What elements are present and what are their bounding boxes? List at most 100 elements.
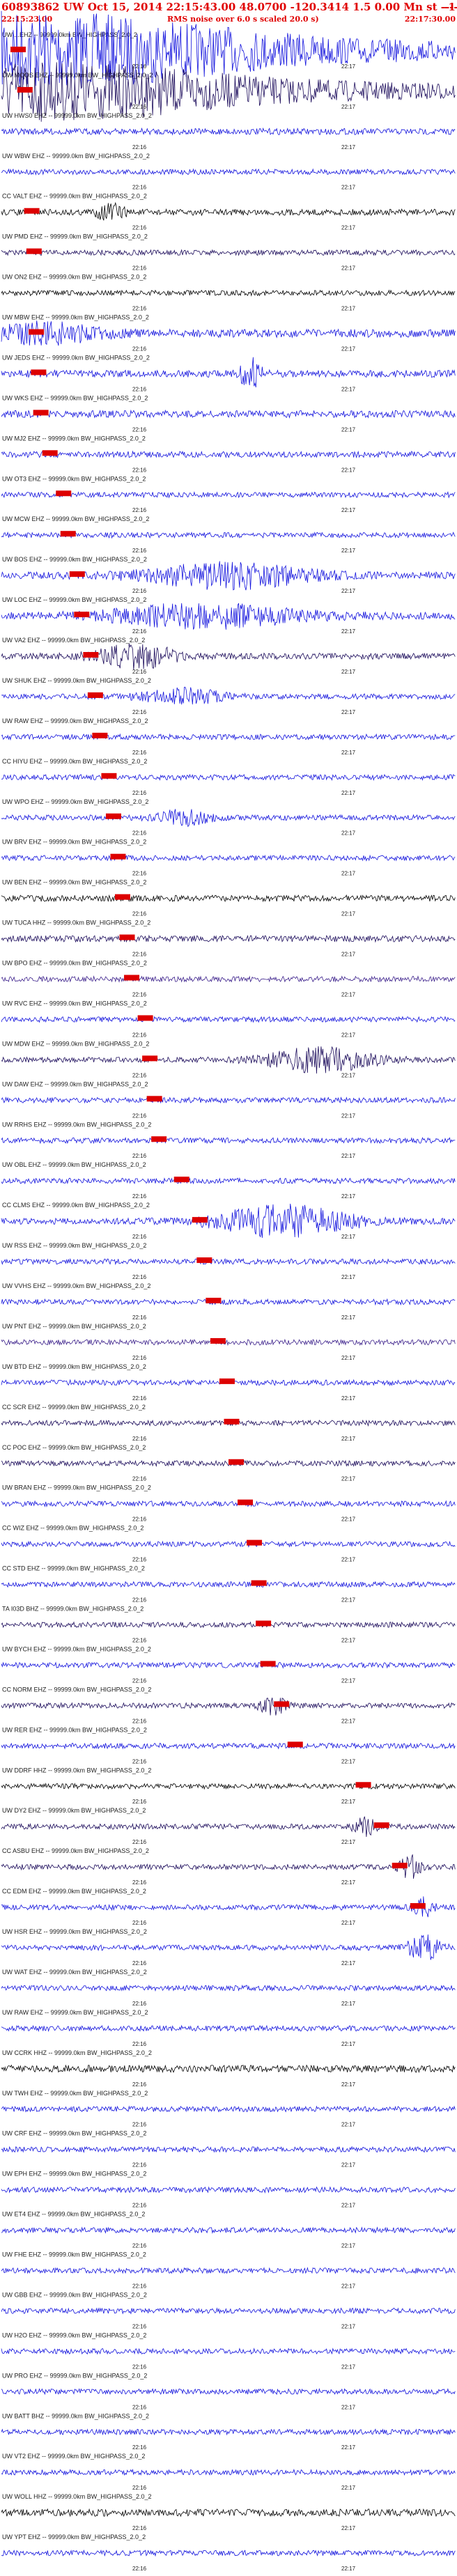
- trace-label: UW BRV EHZ -- 99999.0km BW_HIGHPASS_2.0_…: [2, 839, 146, 846]
- waveform: [1, 854, 456, 862]
- waveform: [1, 289, 456, 297]
- trace-label: UW H2O EHZ -- 99999.0km BW_HIGHPASS_2.0_…: [2, 2331, 146, 2338]
- time-tick-label: 22:17: [341, 1395, 356, 1402]
- time-tick-label: 22:16: [132, 1436, 147, 1442]
- trace-label: UW CRF EHZ -- 99999.0km BW_HIGHPASS_2.0_…: [2, 2130, 146, 2137]
- time-tick-label: 22:16: [132, 2485, 147, 2491]
- time-tick-label: 22:16: [132, 1193, 147, 1200]
- pick-marker: [142, 1055, 158, 1062]
- trace-label: UW WPO EHZ -- 99999.0km BW_HIGHPASS_2.0_…: [2, 798, 148, 805]
- time-tick-label: 22:16: [132, 790, 147, 796]
- pick-marker: [24, 208, 40, 214]
- trace: UW RVC EHZ -- 99999.0km BW_HIGHPASS_2.0_…: [1, 1000, 456, 1038]
- time-tick-label: 22:17: [341, 1557, 356, 1563]
- waveform: [1, 1896, 456, 1918]
- time-tick-label: 22:17: [341, 1839, 356, 1845]
- pick-marker: [373, 1822, 389, 1829]
- time-tick-label: 22:16: [132, 669, 147, 675]
- waveform: [1, 1500, 456, 1508]
- time-tick-label: 22:16: [132, 1395, 147, 1402]
- pick-marker: [87, 692, 103, 698]
- waveform: [1, 168, 456, 176]
- trace-label: UW ET4 EHZ -- 99999.0km BW_HIGHPASS_2.0_…: [2, 2211, 145, 2218]
- trace: UW VVHS EHZ -- 99999.0km BW_HIGHPASS_2.0…: [1, 1282, 456, 1321]
- time-tick-label: 22:17: [341, 1032, 356, 1038]
- trace-label: CC WIZ EHZ -- 99999.0km BW_HIGHPASS_2.0_…: [2, 1525, 144, 1532]
- time-tick-label: 22:17: [341, 2364, 356, 2370]
- trace: UW TUCA HHZ -- 99999.0km BW_HIGHPASS_2.0…: [1, 920, 456, 958]
- time-tick-label: 22:17: [341, 2081, 356, 2088]
- time-tick-label: 22:17: [341, 2122, 356, 2128]
- time-tick-label: 22:17: [341, 63, 356, 70]
- waveform: [1, 1698, 456, 1716]
- waveform: [1, 894, 456, 903]
- waveform: [1, 2105, 456, 2113]
- time-tick-label: 22:16: [132, 2041, 147, 2047]
- waveform: [1, 2348, 456, 2355]
- time-tick-label: 22:17: [341, 1597, 356, 1604]
- trace: UW DY2 EHZ -- 99999.0km BW_HIGHPASS_2.0_…: [1, 1807, 456, 1845]
- time-tick-label: 22:17: [341, 830, 356, 837]
- pick-marker: [101, 773, 117, 779]
- trace: UW PNT EHZ -- 99999.0km BW_HIGHPASS_2.0_…: [1, 1323, 456, 1361]
- trace: CC VALT EHZ -- 99999.0km BW_HIGHPASS_2.0…: [1, 193, 456, 231]
- waveform: [1, 320, 456, 346]
- time-tick-label: 22:17: [341, 2404, 356, 2410]
- pick-marker: [92, 732, 108, 738]
- time-tick-label: 22:16: [132, 265, 147, 272]
- trace: UW OBL EHZ -- 99999.0km BW_HIGHPASS_2.0_…: [1, 1161, 456, 1200]
- time-tick-label: 22:17: [341, 386, 356, 392]
- time-tick-label: 22:17: [341, 2444, 356, 2451]
- time-tick-label: 22:17: [341, 548, 356, 554]
- trace: UW RRHS EHZ -- 99999.0km BW_HIGHPASS_2.0…: [1, 1121, 456, 1159]
- time-tick-label: 22:16: [132, 628, 147, 635]
- trace: UW BTD EHZ -- 99999.0km BW_HIGHPASS_2.0_…: [1, 1363, 456, 1402]
- time-tick-label: 22:17: [341, 1879, 356, 1886]
- time-tick-label: 22:17: [341, 628, 356, 635]
- waveform: [1, 643, 456, 670]
- time-tick-label: 22:17: [341, 1072, 356, 1078]
- time-tick-label: 22:16: [132, 1799, 147, 1805]
- time-tick-label: 22:17: [341, 2203, 356, 2209]
- time-tick-label: 22:17: [341, 225, 356, 231]
- trace-label: UW EPH EHZ -- 99999.0km BW_HIGHPASS_2.0_…: [2, 2171, 146, 2178]
- trace: UW HWS0 EHZ -- 99999.0km BW_HIGHPASS_2.0…: [1, 112, 456, 150]
- trace: UW HSR EHZ -- 99999.0km BW_HIGHPASS_2.0_…: [1, 1928, 456, 1966]
- waveform: [1, 934, 456, 943]
- time-tick-label: 22:16: [132, 2243, 147, 2249]
- time-tick-label: 22:17: [341, 1799, 356, 1805]
- trace: CC CLMS EHZ -- 99999.0km BW_HIGHPASS_2.0…: [1, 1202, 456, 1240]
- time-tick-label: 22:16: [132, 2001, 147, 2007]
- time-tick-label: 22:16: [132, 871, 147, 877]
- trace: UW RSS EHZ -- 99999.0km BW_HIGHPASS_2.0_…: [1, 1242, 456, 1280]
- trace-label: UW BEN EHZ -- 99999.0km BW_HIGHPASS_2.0_…: [2, 879, 146, 886]
- pick-marker: [256, 1620, 272, 1627]
- pick-marker: [115, 894, 130, 900]
- time-tick-label: 22:17: [341, 1436, 356, 1442]
- time-tick-label: 22:17: [341, 1516, 356, 1523]
- time-tick-label: 22:17: [341, 265, 356, 272]
- pick-marker: [10, 46, 26, 52]
- pick-marker: [192, 1217, 208, 1223]
- time-tick-label: 22:17: [341, 750, 356, 756]
- pick-marker: [74, 612, 90, 618]
- trace-label: CC NORM EHZ -- 99999.0km BW_HIGHPASS_2.0…: [2, 1686, 151, 1693]
- waveform: [1, 450, 456, 459]
- waveform: [1, 1742, 456, 1750]
- time-tick-label: 22:16: [132, 1960, 147, 1966]
- waveform: [1, 2388, 456, 2396]
- time-tick-label: 22:17: [341, 1153, 356, 1159]
- time-tick-label: 22:17: [341, 1637, 356, 1643]
- trace-label: UW GBB EHZ -- 99999.0km BW_HIGHPASS_2.0_…: [2, 2291, 147, 2298]
- trace-label: CC CLMS EHZ -- 99999.0km BW_HIGHPASS_2.0…: [2, 1202, 150, 1209]
- pick-marker: [124, 975, 140, 981]
- time-tick-label: 22:16: [132, 507, 147, 513]
- time-tick-label: 22:16: [132, 2203, 147, 2209]
- waveform: [1, 809, 456, 828]
- waveform: [1, 686, 456, 705]
- trace-label: UW BYCH EHZ -- 99999.0km BW_HIGHPASS_2.0…: [2, 1645, 151, 1652]
- waveform: [1, 1177, 456, 1185]
- trace-label: UW YPT EHZ -- 99999.0km BW_HIGHPASS_2.0_…: [2, 2534, 146, 2540]
- time-tick-label: 22:16: [132, 2162, 147, 2168]
- waveform: [1, 1298, 456, 1306]
